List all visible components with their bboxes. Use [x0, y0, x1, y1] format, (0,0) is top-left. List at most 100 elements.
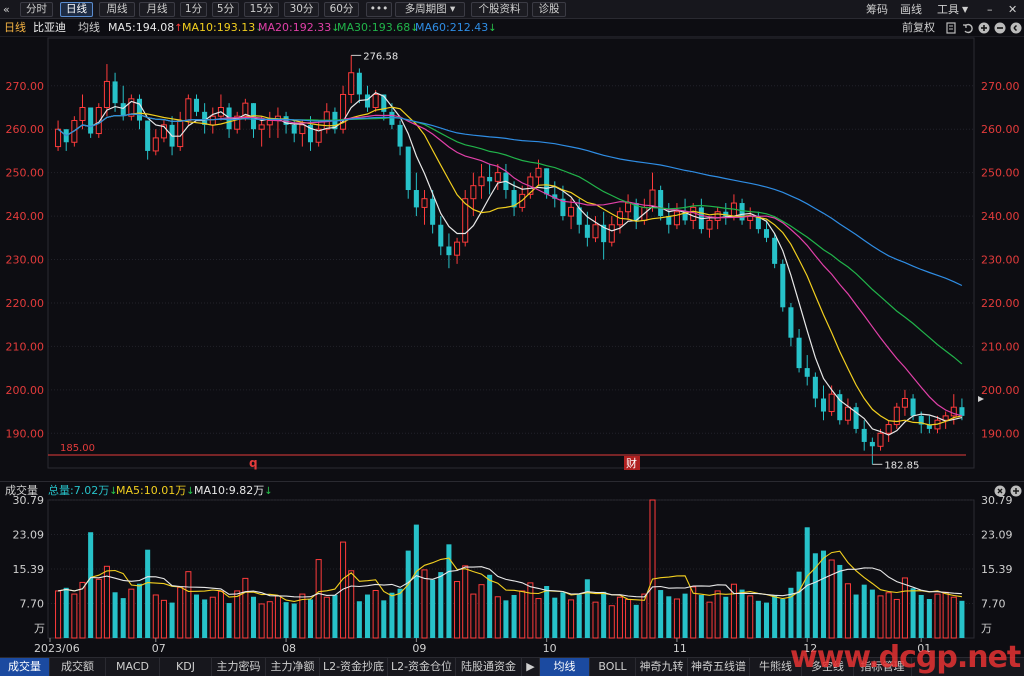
tab-monthly[interactable]: 月线: [139, 2, 175, 17]
candle-body: [959, 407, 965, 416]
indicator-tab[interactable]: 主力净额: [266, 658, 320, 676]
stock-info-button[interactable]: 个股资料: [471, 2, 528, 17]
candle-body: [893, 406, 900, 426]
volume-bar: [120, 598, 126, 638]
more-button[interactable]: •••: [366, 2, 392, 17]
chevron-down-icon[interactable]: ▼: [962, 2, 968, 17]
tab-1min[interactable]: 1分: [180, 2, 207, 17]
volume-bar: [633, 604, 639, 638]
candle-body: [885, 424, 892, 434]
candle-body: [608, 224, 615, 243]
candle-body: [372, 93, 379, 108]
ma20-line: [57, 113, 963, 417]
x-label: 08: [282, 642, 296, 655]
volume-bar: [258, 603, 265, 639]
volume-bar: [487, 574, 493, 638]
candle-body: [714, 211, 721, 221]
tab-30min[interactable]: 30分: [284, 2, 319, 17]
volume-bar: [788, 587, 794, 638]
candle-body: [274, 115, 281, 122]
stock-name[interactable]: 比亚迪: [33, 21, 66, 35]
volume-bar: [910, 588, 916, 638]
volume-ma5-line: [57, 550, 962, 602]
tab-daily[interactable]: 日线: [60, 2, 93, 17]
indicator-tab[interactable]: BOLL: [590, 658, 636, 676]
main-indicator-bar: 日线 比亚迪 均线 MA5:194.08↑ MA10:193.13↓ MA20:…: [0, 19, 1024, 37]
candle-body: [747, 215, 754, 221]
tabs-scroll-icon[interactable]: ▶: [522, 658, 540, 676]
close-panel-icon[interactable]: [994, 485, 1006, 497]
volume-bar: [673, 598, 680, 639]
adjust-button[interactable]: 前复权: [902, 21, 935, 35]
price-tick-left: 250.00: [6, 167, 45, 180]
volume-bar: [747, 595, 754, 639]
tools-button[interactable]: 工具: [937, 2, 959, 17]
tab-5min[interactable]: 5分: [212, 2, 239, 17]
indicator-tab[interactable]: 神奇五线谱: [688, 658, 750, 676]
settings-icon[interactable]: [945, 22, 957, 34]
volume-bar: [128, 588, 135, 639]
indicator-tab[interactable]: L2-资金仓位: [388, 658, 456, 676]
volume-bar: [772, 594, 778, 638]
candle-body: [560, 198, 566, 217]
volume-bar: [381, 600, 387, 638]
indicator-tab[interactable]: 神奇九转: [636, 658, 688, 676]
chips-button[interactable]: 筹码: [866, 2, 888, 17]
expand-icon[interactable]: [1010, 22, 1022, 34]
candle-body: [706, 219, 713, 230]
indicator-tab[interactable]: L2-资金抄底: [320, 658, 388, 676]
close-icon[interactable]: ✕: [1008, 2, 1017, 17]
candle-body: [160, 124, 167, 139]
volume-bar: [88, 532, 94, 638]
volume-label[interactable]: 成交量: [5, 484, 38, 498]
volume-bar: [340, 541, 347, 639]
indicator-tab[interactable]: 主力密码: [212, 658, 266, 676]
volume-bar: [755, 600, 761, 638]
tab-60min[interactable]: 60分: [324, 2, 359, 17]
zoom-out-icon[interactable]: [994, 22, 1006, 34]
candle-body: [487, 176, 493, 182]
volume-bar: [307, 599, 314, 638]
candle-body: [942, 415, 949, 421]
tab-15min[interactable]: 15分: [244, 2, 279, 17]
volume-tick-right: 23.09: [981, 529, 1013, 542]
candle-body: [535, 167, 542, 178]
candle-body: [478, 176, 485, 187]
minimize-icon[interactable]: –: [987, 2, 993, 17]
price-tick-left: 210.00: [6, 340, 45, 353]
indicator-tab[interactable]: KDJ: [160, 658, 212, 676]
tab-weekly[interactable]: 周线: [99, 2, 135, 17]
candle-body: [901, 398, 908, 408]
x-label: 11: [673, 642, 687, 655]
reset-icon[interactable]: [962, 22, 974, 34]
draw-line-button[interactable]: 画线: [900, 2, 922, 17]
period-label: 日线: [4, 21, 26, 34]
price-tick-left: 190.00: [6, 427, 45, 440]
ma-label[interactable]: 均线: [78, 21, 100, 35]
candle-body: [723, 211, 729, 217]
back-icon[interactable]: «: [3, 2, 10, 17]
indicator-tab[interactable]: 成交额: [50, 658, 106, 676]
watermark: www.dcgp.net: [790, 640, 1021, 675]
candle-body: [95, 106, 102, 135]
zoom-in-icon[interactable]: [978, 22, 990, 34]
indicator-tab[interactable]: 均线: [540, 658, 590, 676]
ma20-value: MA20:192.33↓: [258, 21, 340, 34]
candle-body: [169, 124, 175, 147]
ma30-value: MA30:193.68↓: [337, 21, 419, 34]
indicator-tab[interactable]: 成交量: [0, 658, 50, 676]
volume-bar: [706, 601, 713, 639]
volume-bar: [145, 549, 151, 638]
indicator-tab[interactable]: MACD: [106, 658, 160, 676]
tab-intraday[interactable]: 分时: [20, 2, 53, 17]
x-label: 10: [543, 642, 557, 655]
panel-more-icon[interactable]: [1010, 485, 1022, 497]
indicator-tab[interactable]: 陆股通资金: [456, 658, 522, 676]
price-tick-right: 250.00: [981, 167, 1020, 180]
volume-bar: [242, 577, 249, 639]
multi-period-button[interactable]: 多周期图 ▾: [395, 2, 465, 17]
volume-ma10: MA10:9.82万↓: [194, 484, 273, 497]
volume-bar: [796, 571, 802, 638]
diagnosis-button[interactable]: 诊股: [532, 2, 566, 17]
volume-bar: [217, 590, 224, 639]
